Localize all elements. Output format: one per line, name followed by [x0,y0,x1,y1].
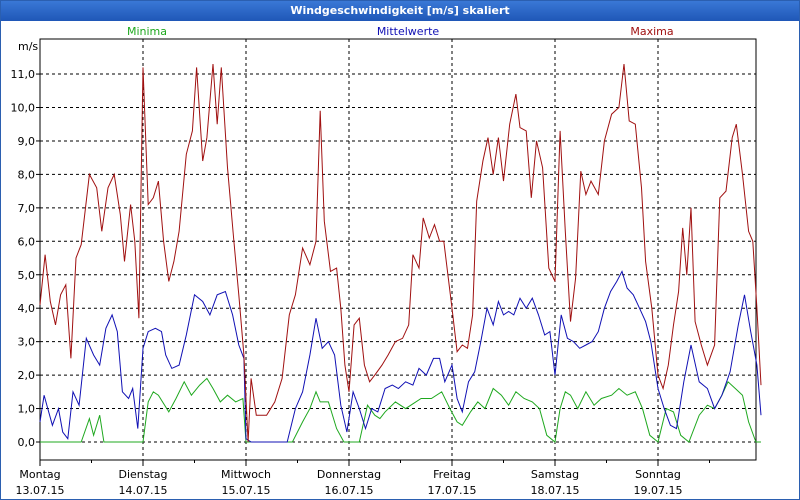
y-tick-label: 6,0 [18,235,36,248]
y-tick-label: 5,0 [18,269,36,282]
x-tick-date: 15.07.15 [222,484,271,497]
y-tick-label: 7,0 [18,202,36,215]
x-tick-date: 19.07.15 [634,484,683,497]
x-tick-day: Donnerstag [317,468,381,481]
y-tick-label: 8,0 [18,168,36,181]
x-tick-day: Sonntag [635,468,681,481]
y-tick-label: 0,0 [18,436,36,449]
y-axis-label: m/s [18,40,38,53]
y-tick-label: 4,0 [18,302,36,315]
x-tick-date: 17.07.15 [428,484,477,497]
x-tick-date: 16.07.15 [325,484,374,497]
chart-svg: 0,0 1,0 2,0 3,0 4,0 5,0 6,0 7,0 8,0 9,0 10,0 11,0 m/… [11,25,762,497]
y-tick-label: 2,0 [18,369,36,382]
x-tick-day: Samstag [531,468,579,481]
x-tick-date: 13.07.15 [16,484,65,497]
y-tick-label: 10,0 [11,102,36,115]
plot-border [39,38,757,461]
y-tick-label: 1,0 [18,403,36,416]
legend-entry-maxima: Maxima [630,25,673,38]
series-line-maxima [39,63,762,443]
series-lines [39,63,762,443]
x-tick-day: Mittwoch [221,468,271,481]
y-tick-label: 3,0 [18,336,36,349]
legend-entry-minima: Minima [127,25,167,38]
y-tick-label: 11,0 [11,68,36,81]
legend-entry-mittelwerte: Mittelwerte [377,25,440,38]
x-tick-day: Montag [19,468,60,481]
x-tick-day: Dienstag [118,468,167,481]
legend: Minima Mittelwerte Maxima [127,25,674,38]
grid-lines [40,39,756,460]
series-line-minima [40,377,761,443]
x-tick-date: 18.07.15 [531,484,580,497]
x-tick-date: 14.07.15 [119,484,168,497]
x-tick-day: Freitag [433,468,471,481]
series-line-mittelwerte [39,270,762,443]
y-tick-label: 9,0 [18,135,36,148]
